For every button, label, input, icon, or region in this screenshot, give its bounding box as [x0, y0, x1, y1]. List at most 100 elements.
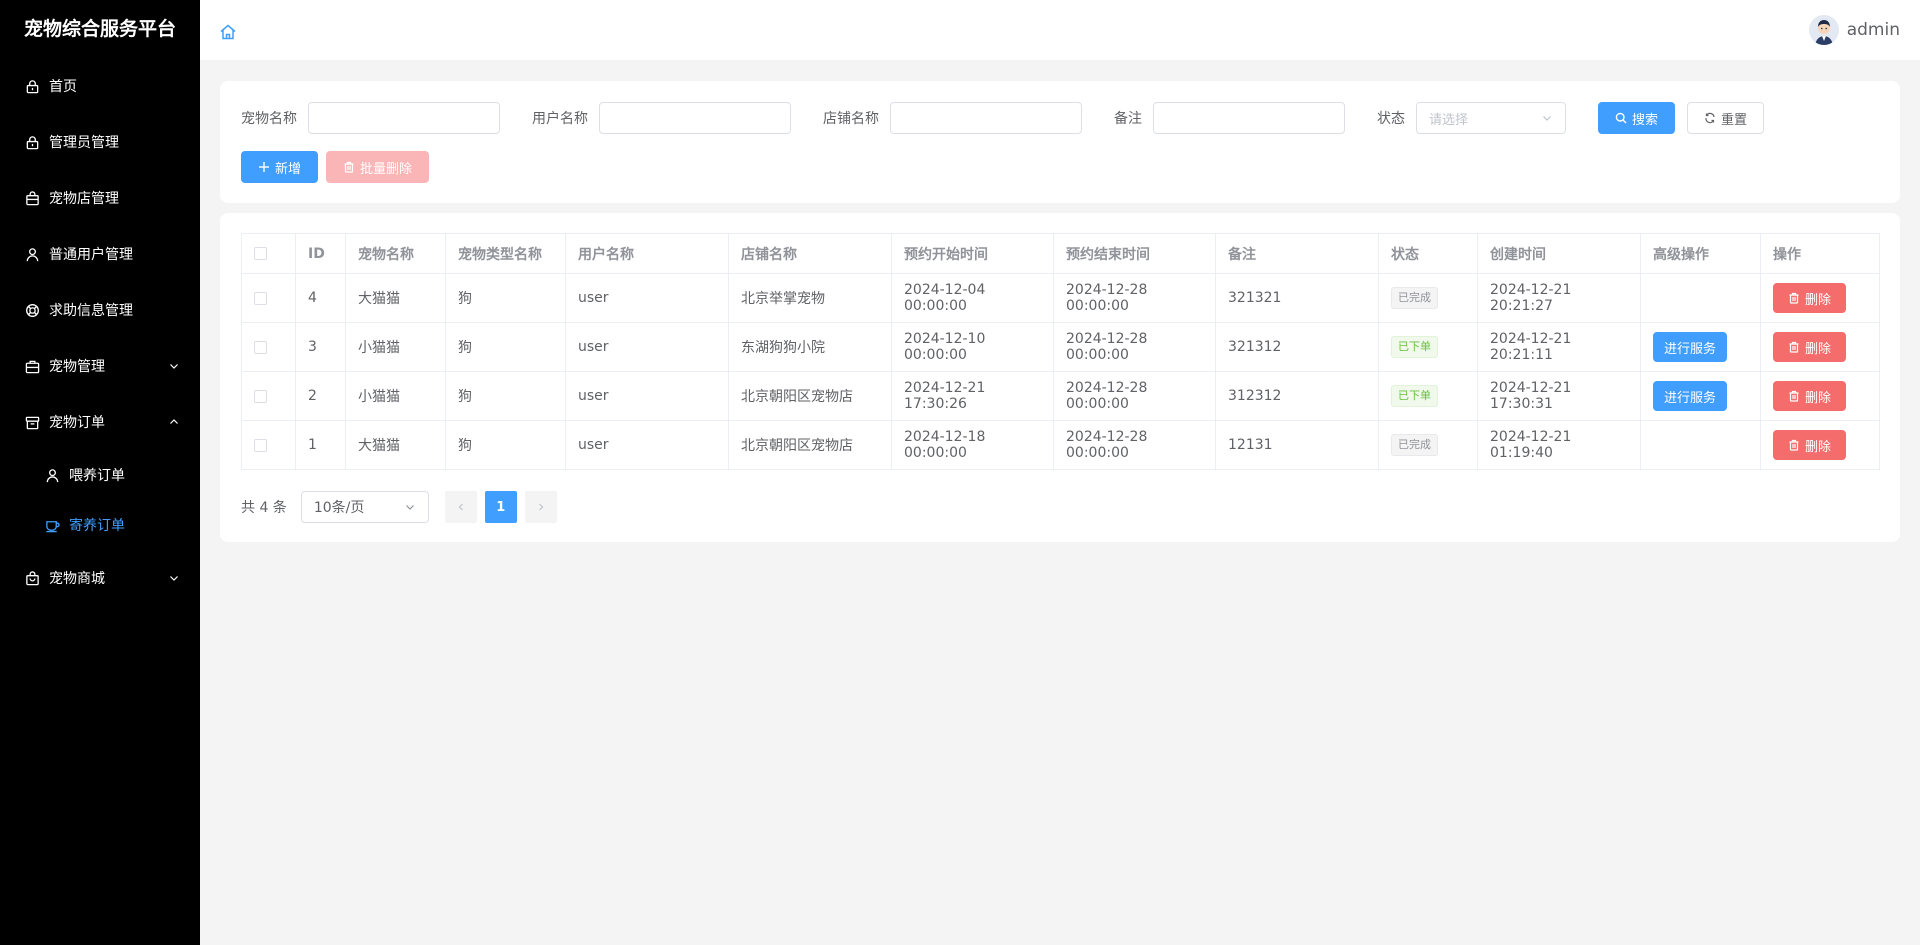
remark-input[interactable] — [1153, 102, 1345, 134]
sidebar-item-boarding-orders[interactable]: 寄养订单 — [0, 500, 200, 550]
delete-button[interactable]: 删除 — [1773, 332, 1847, 362]
row-checkbox[interactable] — [254, 438, 267, 452]
pet-name-input[interactable] — [308, 102, 500, 134]
cell-user-name: user — [565, 322, 729, 372]
chevron-down-icon — [170, 364, 178, 369]
brand-title: 宠物综合服务平台 — [23, 18, 176, 40]
search-button[interactable]: 搜索 — [1598, 102, 1676, 134]
cell-shop-name: 北京朝阳区宠物店 — [728, 371, 892, 421]
delete-button-label: 删除 — [1805, 390, 1832, 406]
cell-pet-type: 狗 — [445, 322, 566, 372]
row-checkbox[interactable] — [254, 291, 267, 305]
page-size-value: 10条/页 — [313, 500, 365, 516]
lock-icon — [24, 134, 40, 150]
username: admin — [1846, 20, 1900, 40]
row-select-cell — [241, 273, 296, 323]
user-name-input[interactable] — [599, 102, 791, 134]
cell-remark: 312312 — [1215, 371, 1379, 421]
shop-name-label: 店铺名称 — [823, 111, 879, 127]
table-row: 2 小猫猫 狗 user 北京朝阳区宠物店 2024-12-21 17:30:2… — [241, 371, 1880, 421]
delete-button-label: 删除 — [1805, 341, 1832, 357]
delete-button[interactable]: 删除 — [1773, 283, 1847, 313]
top-header: admin — [200, 0, 1920, 60]
home-icon[interactable] — [218, 22, 238, 42]
cell-end-time: 2024-12-28 00:00:00 — [1053, 371, 1216, 421]
row-select-cell — [241, 322, 296, 372]
batch-delete-button[interactable]: 批量删除 — [326, 151, 430, 183]
delete-button[interactable]: 删除 — [1773, 430, 1847, 460]
cell-created-time: 2024-12-21 20:21:11 — [1477, 322, 1641, 372]
sidebar-item-pet-shop-management[interactable]: 宠物店管理 — [0, 170, 200, 226]
cell-user-name: user — [565, 420, 729, 470]
total-count: 共 4 条 — [241, 500, 287, 516]
shop-bag-icon — [24, 190, 40, 206]
sidebar-item-label: 求助信息管理 — [49, 303, 133, 319]
avatar — [1808, 15, 1839, 45]
sidebar-item-label: 管理员管理 — [49, 135, 119, 151]
cell-id: 2 — [295, 371, 346, 421]
delete-button[interactable]: 删除 — [1773, 381, 1847, 411]
column-header: 店铺名称 — [728, 233, 892, 274]
chevron-down-icon — [405, 505, 414, 510]
cell-start-time: 2024-12-04 00:00:00 — [891, 273, 1054, 323]
sidebar-item-admin-management[interactable]: 管理员管理 — [0, 114, 200, 170]
pagination: 共 4 条 10条/页 1 — [241, 491, 565, 523]
cell-remark: 12131 — [1215, 420, 1379, 470]
suitcase-icon — [24, 358, 40, 374]
cell-created-time: 2024-12-21 17:30:31 — [1477, 371, 1641, 421]
cell-pet-type: 狗 — [445, 420, 566, 470]
user-icon — [24, 246, 40, 262]
user-menu[interactable]: admin — [1808, 14, 1900, 46]
refresh-icon — [1705, 112, 1715, 124]
cell-end-time: 2024-12-28 00:00:00 — [1053, 420, 1216, 470]
cell-remark: 321321 — [1215, 273, 1379, 323]
sidebar-item-pet-orders[interactable]: 宠物订单 — [0, 394, 200, 450]
sidebar-item-help-info-management[interactable]: 求助信息管理 — [0, 282, 200, 338]
prev-page-button[interactable] — [444, 491, 477, 523]
select-all-checkbox[interactable] — [254, 247, 267, 260]
add-button-label: 新增 — [275, 161, 302, 177]
chevron-down-icon — [1543, 116, 1551, 121]
orders-table: ID 宠物名称 宠物类型名称 用户名称 店铺名称 预约开始时间 预约结束时间 备… — [241, 233, 1880, 470]
sidebar-item-feeding-orders[interactable]: 喂养订单 — [0, 450, 200, 500]
cell-status: 已下单 — [1378, 322, 1478, 372]
row-checkbox[interactable] — [254, 340, 267, 354]
cell-advanced-actions — [1640, 420, 1761, 470]
user-icon — [44, 467, 60, 483]
sidebar-item-user-management[interactable]: 普通用户管理 — [0, 226, 200, 282]
reset-button[interactable]: 重置 — [1687, 102, 1765, 134]
start-service-button[interactable]: 进行服务 — [1653, 332, 1728, 362]
row-checkbox[interactable] — [254, 389, 267, 403]
cell-end-time: 2024-12-28 00:00:00 — [1053, 322, 1216, 372]
cell-start-time: 2024-12-18 00:00:00 — [891, 420, 1054, 470]
table-header-row: ID 宠物名称 宠物类型名称 用户名称 店铺名称 预约开始时间 预约结束时间 备… — [241, 233, 1880, 274]
cell-advanced-actions — [1640, 273, 1761, 323]
cell-actions: 删除 — [1760, 273, 1880, 323]
cell-pet-type: 狗 — [445, 273, 566, 323]
cell-shop-name: 北京朝阳区宠物店 — [728, 420, 892, 470]
chevron-down-icon — [170, 576, 178, 581]
sidebar-item-pet-mall[interactable]: 宠物商城 — [0, 550, 200, 606]
status-select[interactable]: 请选择 — [1416, 102, 1566, 134]
delete-button-label: 删除 — [1805, 439, 1832, 455]
sidebar-item-pet-management[interactable]: 宠物管理 — [0, 338, 200, 394]
cell-actions: 删除 — [1760, 371, 1880, 421]
column-header: 用户名称 — [565, 233, 729, 274]
page-number-button[interactable]: 1 — [484, 491, 517, 523]
shopping-bag-icon — [24, 570, 40, 586]
row-select-cell — [241, 371, 296, 421]
cell-status: 已完成 — [1378, 420, 1478, 470]
table-row: 1 大猫猫 狗 user 北京朝阳区宠物店 2024-12-18 00:00:0… — [241, 420, 1880, 470]
plus-icon — [259, 162, 269, 172]
search-form: 宠物名称 用户名称 店铺名称 备注 状态 请选择 搜索 重置 — [241, 101, 1765, 135]
shop-name-input[interactable] — [890, 102, 1082, 134]
start-service-button[interactable]: 进行服务 — [1653, 381, 1728, 411]
page-size-select[interactable]: 10条/页 — [300, 491, 429, 523]
trash-icon — [1789, 439, 1799, 451]
next-page-button[interactable] — [524, 491, 557, 523]
sidebar-item-home[interactable]: 首页 — [0, 58, 200, 114]
add-button[interactable]: 新增 — [241, 151, 319, 183]
chevron-left-icon — [458, 503, 463, 511]
reset-button-label: 重置 — [1721, 112, 1748, 128]
cell-pet-name: 大猫猫 — [345, 420, 446, 470]
